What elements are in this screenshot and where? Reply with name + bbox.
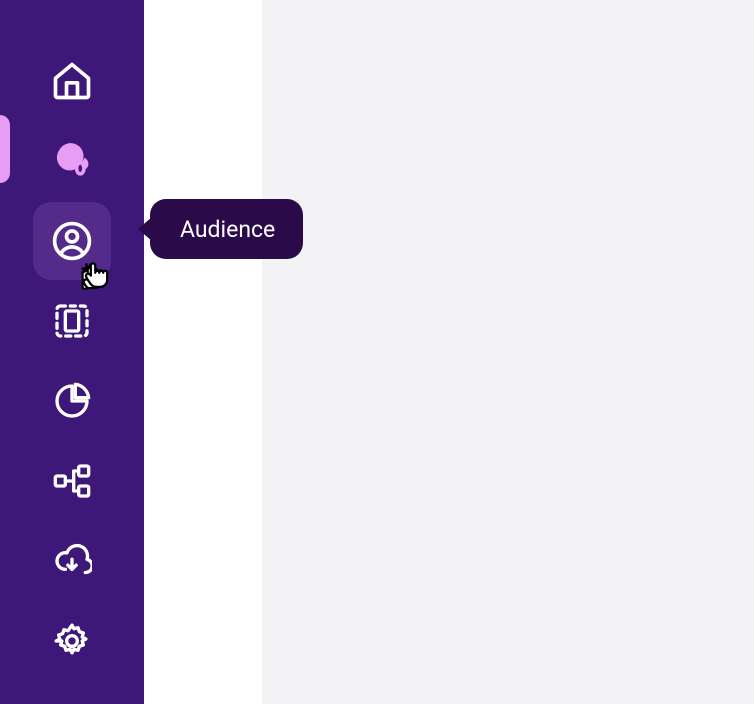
sidebar-item-home[interactable] [33, 42, 111, 120]
tooltip-audience: Audience [150, 199, 303, 259]
content-wrap [144, 0, 754, 704]
pie-chart-icon [52, 381, 92, 421]
sidebar-item-settings[interactable] [33, 602, 111, 680]
user-circle-icon [50, 219, 94, 263]
sidebar-item-downloads[interactable] [33, 522, 111, 600]
cloud-download-icon [52, 541, 92, 581]
content-margin [144, 0, 262, 704]
gear-icon [52, 621, 92, 661]
sidebar-item-audience[interactable] [33, 202, 111, 280]
template-icon [52, 301, 92, 341]
sidebar-item-analytics[interactable] [33, 362, 111, 440]
active-indicator [0, 115, 10, 183]
megaphone-icon [50, 139, 94, 183]
home-icon [50, 59, 94, 103]
sidebar [0, 0, 144, 704]
org-chart-icon [52, 461, 92, 501]
content-area [262, 0, 754, 704]
sidebar-item-templates[interactable] [33, 282, 111, 360]
sidebar-item-campaigns[interactable] [33, 122, 111, 200]
tooltip-label: Audience [180, 216, 275, 243]
sidebar-item-integrations[interactable] [33, 442, 111, 520]
app-root: Audience [0, 0, 754, 704]
